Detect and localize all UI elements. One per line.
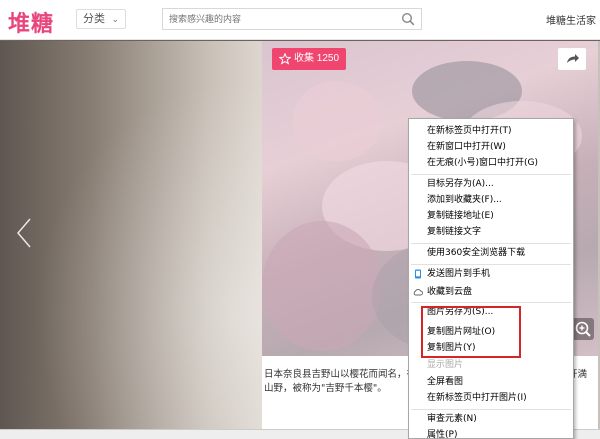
- context-menu-item[interactable]: 在新标签页中打开(T): [409, 123, 573, 139]
- context-menu-item-label: 使用360安全浏览器下载: [427, 248, 526, 258]
- context-menu-item-label: 在新标签页中打开(T): [427, 126, 512, 136]
- collect-label: 收集 1250: [294, 53, 340, 64]
- cloud-icon: [413, 287, 423, 297]
- context-menu-item[interactable]: 添加到收藏夹(F)...: [409, 192, 573, 208]
- user-link[interactable]: 堆糖生活家: [546, 12, 596, 27]
- context-menu-item[interactable]: 在新标签页中打开图片(I): [409, 390, 573, 406]
- photo-detail: [292, 81, 382, 161]
- search-input[interactable]: [163, 10, 393, 30]
- photo-detail: [262, 221, 382, 351]
- context-menu: 在新标签页中打开(T) 在新窗口中打开(W) 在无痕(小号)窗口中打开(G) 目标另存…: [408, 118, 574, 439]
- share-button[interactable]: [558, 48, 586, 70]
- context-menu-item-label: 复制链接地址(E): [427, 211, 494, 221]
- search-box: [162, 8, 422, 30]
- category-dropdown[interactable]: 分类 ⌄: [76, 9, 126, 29]
- context-menu-item[interactable]: 审查元素(N): [409, 411, 573, 427]
- context-menu-item-label: 收藏到云盘: [427, 287, 473, 297]
- zoom-in-icon[interactable]: [572, 318, 594, 340]
- category-label: 分类: [83, 13, 105, 25]
- context-menu-item-label: 复制链接文字: [427, 227, 482, 237]
- blurred-background-glow: [0, 41, 262, 429]
- phone-icon: [413, 269, 423, 279]
- top-header: 堆糖 分类 ⌄ 堆糖生活家: [0, 0, 600, 40]
- highlight-box: [421, 306, 521, 358]
- menu-separator: [411, 302, 571, 303]
- context-menu-item-label: 显示图片: [427, 360, 464, 370]
- context-menu-item[interactable]: 复制链接文字: [409, 224, 573, 240]
- chevron-down-icon: ⌄: [111, 14, 119, 24]
- context-menu-item[interactable]: 目标另存为(A)...: [409, 176, 573, 192]
- menu-separator: [411, 243, 571, 244]
- share-arrow-icon: [567, 54, 579, 63]
- magnifier-plus-icon: [575, 321, 591, 337]
- context-menu-item[interactable]: 发送图片到手机: [409, 266, 573, 282]
- context-menu-item-label: 添加到收藏夹(F)...: [427, 195, 502, 205]
- context-menu-item[interactable]: 复制链接地址(E): [409, 208, 573, 224]
- menu-separator: [411, 174, 571, 175]
- caption-line-1: 日本奈良县吉野山以樱花而闻名，有: [264, 369, 414, 380]
- site-logo[interactable]: 堆糖: [8, 6, 54, 38]
- context-menu-item-label: 在新标签页中打开图片(I): [427, 393, 527, 403]
- menu-separator: [411, 409, 571, 410]
- star-icon: [279, 53, 291, 65]
- context-menu-item-label: 在新窗口中打开(W): [427, 142, 506, 152]
- caption-line-2: 山野，被称为"吉野千本樱"。: [264, 383, 387, 394]
- search-icon[interactable]: [401, 12, 415, 26]
- context-menu-item-label: 在无痕(小号)窗口中打开(G): [427, 158, 539, 168]
- menu-separator: [411, 264, 571, 265]
- context-menu-item-label: 全屏看图: [427, 377, 464, 387]
- context-menu-item[interactable]: 全屏看图: [409, 374, 573, 390]
- context-menu-item-label: 审查元素(N): [427, 414, 477, 424]
- context-menu-item[interactable]: 属性(P): [409, 427, 573, 439]
- collect-button[interactable]: 收集 1250: [272, 48, 346, 70]
- context-menu-item[interactable]: 在无痕(小号)窗口中打开(G): [409, 155, 573, 171]
- context-menu-item: 显示图片: [409, 357, 573, 373]
- previous-arrow-icon[interactable]: [16, 218, 32, 248]
- context-menu-item-label: 属性(P): [427, 430, 458, 439]
- context-menu-item[interactable]: 使用360安全浏览器下载: [409, 245, 573, 261]
- context-menu-item[interactable]: 收藏到云盘: [409, 284, 573, 300]
- context-menu-item-label: 目标另存为(A)...: [427, 179, 494, 189]
- context-menu-item-label: 发送图片到手机: [427, 269, 491, 279]
- context-menu-item[interactable]: 在新窗口中打开(W): [409, 139, 573, 155]
